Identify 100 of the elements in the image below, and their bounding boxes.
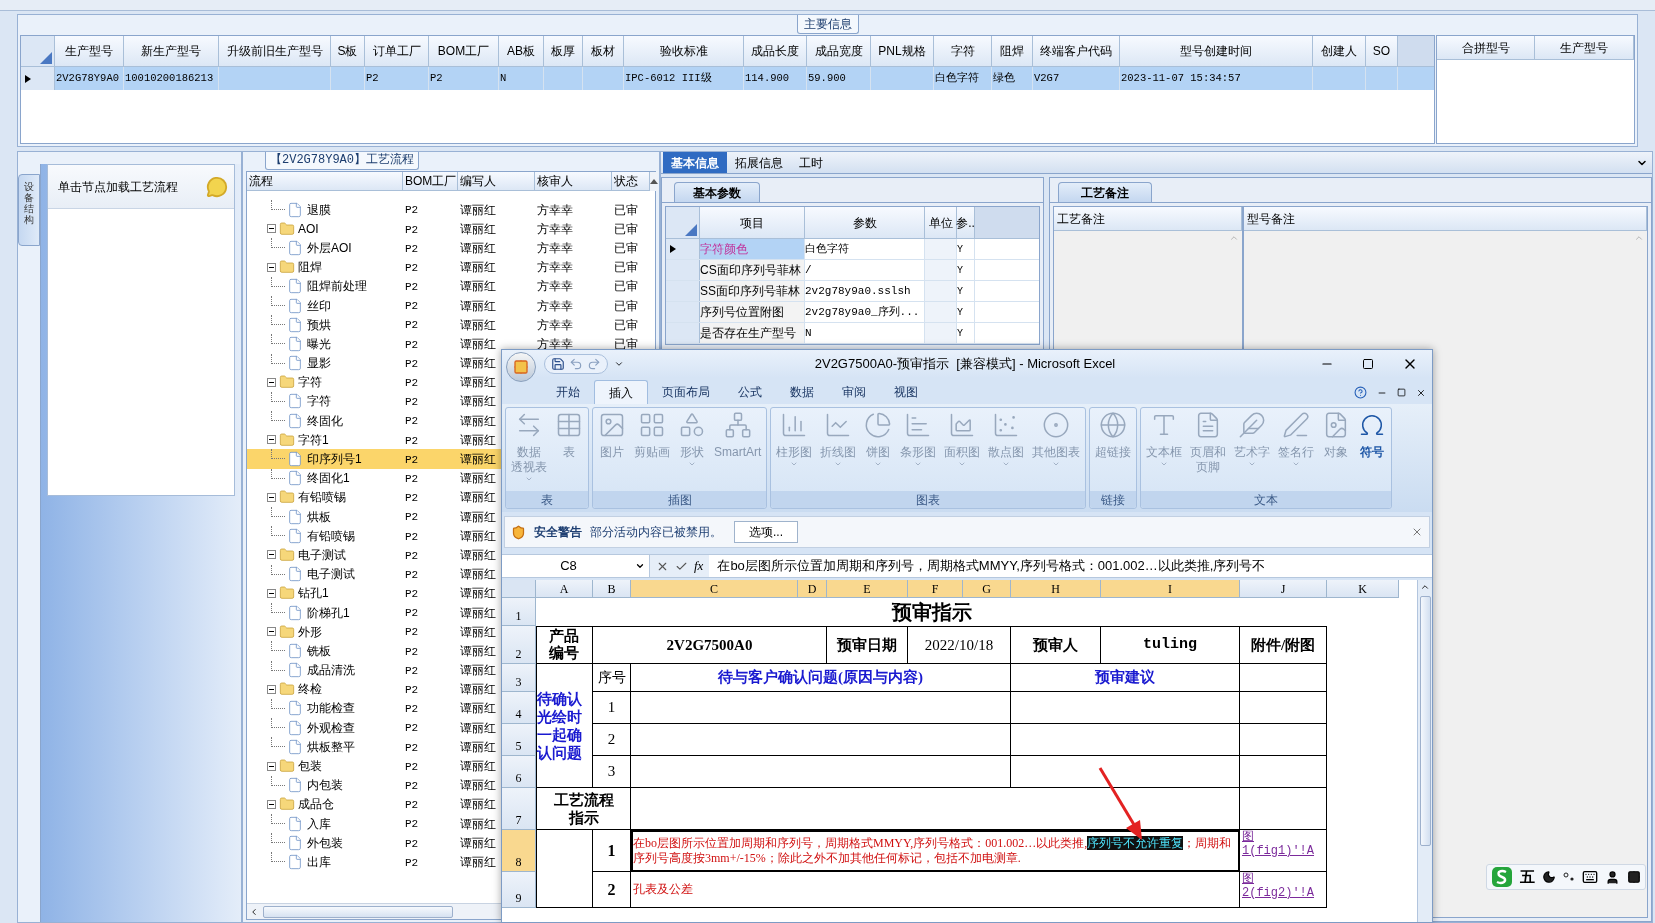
column-header[interactable]: 终端客户代码 [1033, 36, 1120, 67]
help-icon[interactable] [1354, 386, 1367, 399]
collapse-icon[interactable] [267, 684, 276, 694]
column-header[interactable]: 升级前旧生产型号 [219, 36, 331, 67]
column-header[interactable]: C [631, 580, 798, 598]
collapse-icon[interactable] [267, 627, 276, 637]
collapse-icon[interactable] [267, 588, 276, 598]
maximize-icon[interactable] [1362, 358, 1374, 370]
collapse-icon[interactable] [267, 550, 276, 560]
column-header[interactable]: 验收标准 [624, 36, 744, 67]
column-header[interactable]: K [1327, 580, 1399, 598]
tab[interactable]: 基本信息 [663, 152, 727, 173]
row-header[interactable]: 7 [502, 788, 536, 830]
column-header[interactable]: 编写人 [458, 172, 535, 191]
input-mode[interactable]: 五 [1520, 865, 1535, 889]
collapse-icon[interactable] [267, 377, 276, 387]
column-header[interactable]: 新生产型号 [124, 36, 219, 67]
column-header[interactable]: 型号备注 [1244, 207, 1647, 231]
row-header[interactable]: 9 [502, 872, 536, 908]
vertical-scrollbar[interactable] [1417, 580, 1432, 922]
column-header[interactable]: 参.. [957, 207, 975, 239]
ribbon-tab[interactable]: 插入 [594, 380, 648, 404]
ribbon-tab[interactable]: 审阅 [828, 380, 880, 404]
keyboard-icon[interactable] [1582, 869, 1598, 885]
sheet-link[interactable]: 图1(fig1)'!A [1242, 830, 1322, 858]
formula-field[interactable]: 在bo层图所示位置加周期和序列号，周期格式MMYY,序列号格式：001.002…以此类推,序列号不 [709, 556, 1432, 576]
row-header[interactable]: 1 [502, 598, 536, 626]
column-header[interactable]: A [536, 580, 593, 598]
row-header[interactable]: 8 [502, 830, 536, 872]
column-header[interactable]: B [593, 580, 631, 598]
tree-row[interactable]: 显影 P2 谭丽红 [247, 353, 655, 373]
tree-row[interactable]: 外层AOI P2 谭丽红 方幸幸 已审 [247, 238, 655, 258]
tab[interactable]: 工艺备注 [1058, 182, 1152, 202]
collapse-icon[interactable] [267, 224, 276, 234]
tab[interactable]: 拓展信息 [727, 152, 791, 173]
column-header[interactable]: PNL规格 [871, 36, 934, 67]
column-header[interactable]: 阻焊 [992, 36, 1033, 67]
column-header[interactable]: 创建人 [1313, 36, 1366, 67]
tree-row[interactable]: 丝印 P2 谭丽红 方幸幸 已审 [247, 295, 655, 316]
sheet-link[interactable]: 图2(fig2)'!A [1242, 872, 1322, 900]
column-header[interactable]: 合拼型号 [1437, 36, 1536, 60]
row-header[interactable]: 4 [502, 692, 536, 724]
column-header[interactable]: 生产型号 [55, 36, 124, 67]
column-header[interactable]: BOM工厂 [429, 36, 499, 67]
tab[interactable]: 基本参数 [674, 182, 760, 202]
ribbon-tab[interactable]: 视图 [880, 380, 932, 404]
column-header[interactable]: D [798, 580, 827, 598]
column-header[interactable]: H [1011, 580, 1101, 598]
sheet-cell[interactable]: 在bo层图所示位置加周期和序列号，周期格式MMYY,序列号格式：001.002…以此类推,序列号不允许重复；周期和序列号高度按3mm+/-15%；除此之外不加其他任何标记，包括不加电测章. [631, 830, 1240, 872]
tree-row[interactable]: 阻焊前处理 P2 谭丽红 方幸幸 已审 [247, 276, 655, 296]
tree-row[interactable]: 退膜 P2 谭丽红 方幸幸 已审 [247, 200, 655, 220]
close-icon[interactable] [1416, 387, 1426, 398]
column-header[interactable]: AB板 [499, 36, 544, 67]
column-header[interactable]: G [963, 580, 1011, 598]
restore-icon[interactable] [1397, 388, 1406, 397]
column-header[interactable]: 板厚 [544, 36, 583, 67]
row-header[interactable]: 5 [502, 724, 536, 756]
office-button[interactable] [506, 352, 536, 382]
grid-row[interactable]: CS面印序列号菲林 / Y [666, 260, 1039, 281]
column-header[interactable]: 板材 [583, 36, 624, 67]
collapse-icon[interactable] [267, 435, 276, 445]
grid-row[interactable]: 2V2G78Y9A0 10010200186213 P2 P2 N IPC-6012 III级 114.900 59.900 白色字符 绿色 V2G7 2023-11-07 15:34:57 [21, 67, 1435, 90]
save-icon[interactable] [551, 357, 565, 371]
ribbon-button[interactable]: 符号 [1355, 411, 1390, 491]
row-header[interactable]: 6 [502, 756, 536, 788]
ribbon-tab[interactable]: 页面布局 [648, 380, 724, 404]
grid-row[interactable]: 字符颜色 白色字符 Y [666, 239, 1039, 260]
ribbon-tab[interactable]: 开始 [542, 380, 594, 404]
grid-row[interactable]: 序列号位置附图 2v2g78y9a0_序列... Y [666, 302, 1039, 323]
collapse-icon[interactable] [267, 761, 276, 771]
column-header[interactable]: 状态 [612, 172, 650, 191]
column-header[interactable]: 工艺备注 [1054, 207, 1242, 231]
punctuation-icon[interactable] [1563, 871, 1575, 883]
collapse-icon[interactable] [267, 799, 276, 809]
column-header[interactable]: 字符 [934, 36, 992, 67]
column-header[interactable]: 项目 [700, 207, 805, 239]
tree-row[interactable]: AOI P2 谭丽红 方幸幸 已审 [247, 219, 655, 239]
moon-icon[interactable] [1542, 870, 1556, 884]
ribbon-tab[interactable]: 公式 [724, 380, 776, 404]
column-header[interactable]: I [1101, 580, 1240, 598]
column-header[interactable]: E [827, 580, 908, 598]
column-header[interactable]: 型号创建时间 [1120, 36, 1313, 67]
column-header[interactable]: 成品宽度 [807, 36, 871, 67]
customize-icon[interactable] [614, 359, 624, 369]
options-button[interactable]: 选项... [734, 521, 798, 543]
row-header[interactable] [666, 239, 700, 259]
tree-row[interactable]: 阻焊 P2 谭丽红 方幸幸 已审 [247, 257, 655, 277]
column-header[interactable]: S板 [331, 36, 365, 67]
vertical-tab[interactable]: 设备结构 [18, 174, 40, 246]
row-header[interactable]: 2 [502, 626, 536, 664]
column-header[interactable]: J [1240, 580, 1327, 598]
sheet-cell[interactable]: 孔表及公差 [631, 872, 1240, 908]
select-all-button[interactable] [666, 207, 700, 239]
column-header[interactable]: 流程 [247, 172, 403, 191]
column-header[interactable]: 参数 [805, 207, 925, 239]
grid-row[interactable]: SS面印序列号菲林 2v2g78y9a0.sslsh Y [666, 281, 1039, 302]
column-header[interactable]: 核审人 [535, 172, 612, 191]
user-icon[interactable] [1605, 869, 1620, 885]
column-header[interactable]: 成品长度 [744, 36, 807, 67]
column-header[interactable]: 单位 [925, 207, 957, 239]
